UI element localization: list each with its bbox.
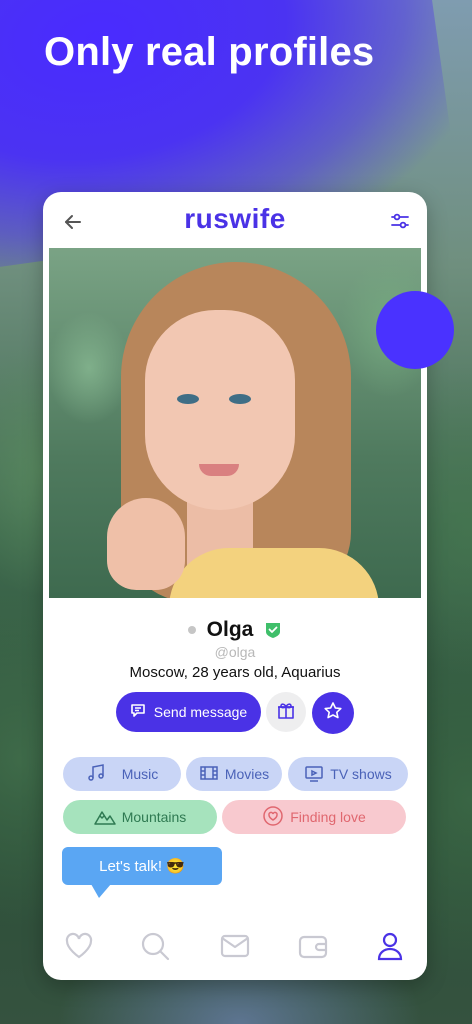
interest-label: Music [121,766,159,782]
interest-label: Movies [224,766,270,782]
music-note-icon [86,763,106,786]
nav-wallet[interactable] [297,932,329,964]
gift-icon [276,700,296,725]
top-bar: ruswife [43,192,427,248]
heart-icon [262,805,284,830]
gift-button[interactable] [266,692,306,732]
online-status-dot [188,626,197,634]
chat-bubble-tail [91,884,111,898]
filter-sliders-icon[interactable] [389,210,411,232]
photo-eye-right [229,394,251,404]
tv-icon [304,763,324,786]
photo-lips-shape [199,464,239,476]
photo-face-shape [145,310,295,510]
profile-photo[interactable] [49,248,421,598]
wallet-icon [298,933,328,964]
interest-tag-finding-love[interactable]: Finding love [222,800,406,834]
app-logo: ruswife [184,203,286,234]
photo-shirt-shape [169,548,379,598]
star-icon [323,701,343,726]
mail-icon [220,934,250,963]
interest-tag-music[interactable]: Music [63,757,181,791]
chat-bubble: Let's talk! 😎 [62,847,222,885]
photo-eye-left [177,394,199,404]
profile-name: Olga [206,618,254,641]
nav-profile[interactable] [374,932,406,964]
film-icon [199,763,219,786]
interest-tag-movies[interactable]: Movies [186,757,282,791]
profile-username: @olga [214,644,256,660]
profile-card: ruswife Olga @olga Moscow, 28 years old,… [43,192,427,980]
interest-tag-tv-shows[interactable]: TV shows [288,757,408,791]
name-row: Olga [43,618,427,642]
profile-details: Moscow, 28 years old, Aquarius [129,664,341,681]
verified-badge-icon [264,621,282,639]
send-message-label: Send message [153,704,248,720]
decorative-circle [376,291,454,369]
search-icon [140,931,170,966]
interest-label: TV shows [330,766,392,782]
heart-icon [64,932,94,965]
mountains-icon [93,806,116,829]
nav-messages[interactable] [219,932,251,964]
chat-icon [130,702,148,723]
interest-label: Finding love [290,809,366,825]
interest-tag-mountains[interactable]: Mountains [63,800,217,834]
nav-search[interactable] [139,932,171,964]
nav-likes[interactable] [63,932,95,964]
send-message-button[interactable]: Send message [116,692,261,732]
user-icon [376,931,404,966]
interest-label: Mountains [121,809,187,825]
photo-hand-shape [107,498,185,590]
favorite-button[interactable] [312,692,354,734]
headline: Only real profiles [44,30,375,74]
bottom-nav [43,922,427,980]
